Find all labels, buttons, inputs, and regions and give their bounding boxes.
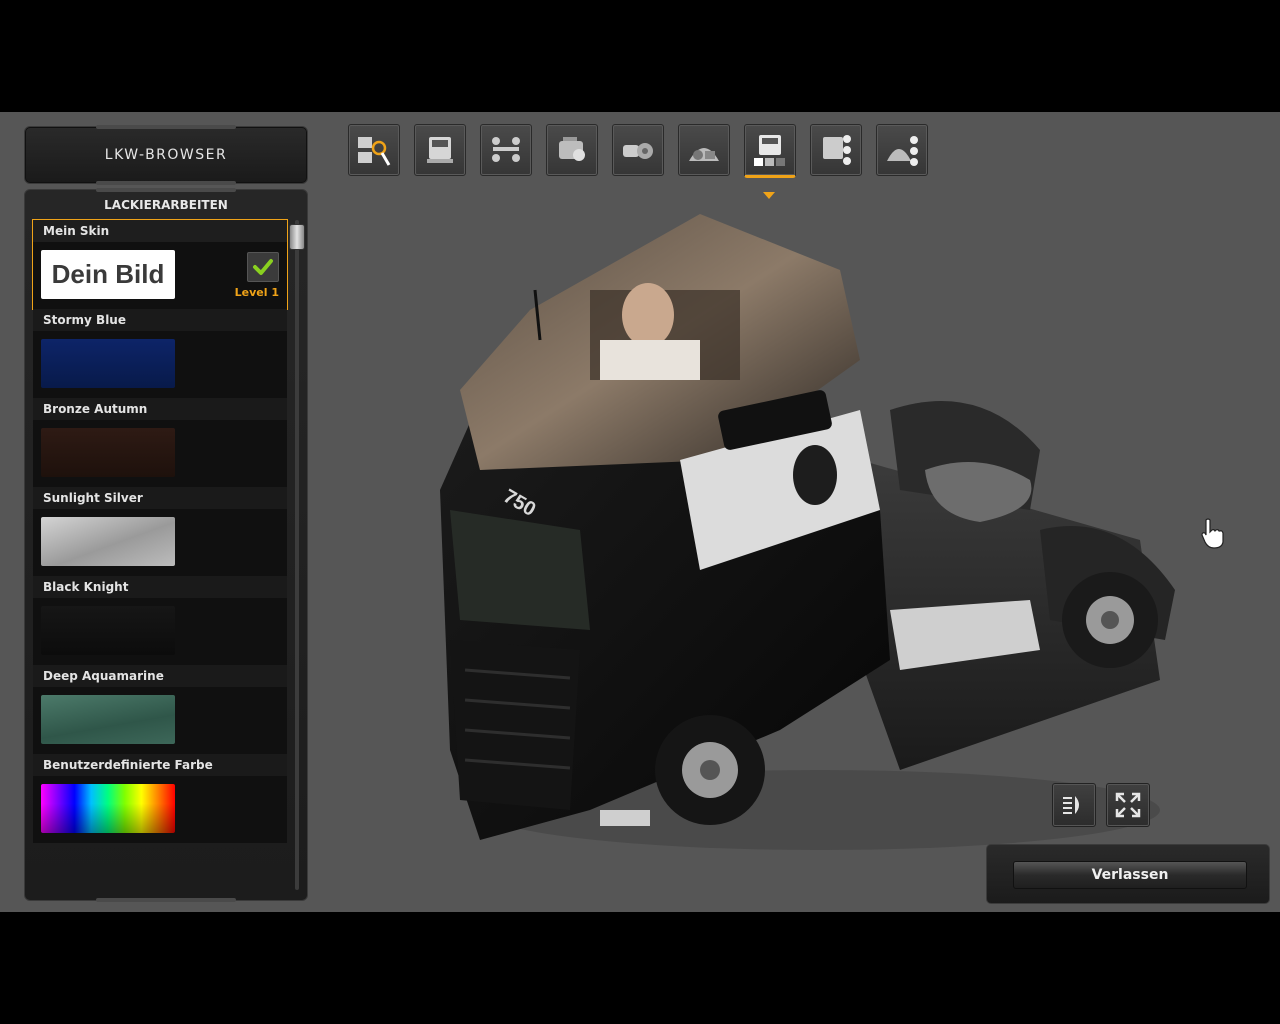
- color-swatch: [41, 517, 175, 566]
- exit-panel: Verlassen: [986, 844, 1270, 904]
- paint-list-scrollbar[interactable]: [295, 220, 299, 890]
- chassis-icon[interactable]: [480, 124, 532, 176]
- paint-jobs-title: LACKIERARBEITEN: [104, 198, 228, 212]
- color-swatch: [41, 606, 175, 655]
- paint-job-icon[interactable]: [744, 124, 796, 178]
- level-requirement: Level 1: [234, 286, 279, 299]
- custom-skin-text: Dein Bild: [51, 259, 165, 289]
- paint-item-body: [33, 598, 287, 665]
- paint-item-body: [33, 420, 287, 487]
- paint-item-label: Mein Skin: [43, 224, 110, 238]
- paint-item-custom-color[interactable]: Benutzerdefinierte Farbe: [33, 754, 287, 843]
- paint-item-header: Sunlight Silver: [33, 487, 287, 510]
- paint-item-deep-aquamarine[interactable]: Deep Aquamarine: [33, 665, 287, 754]
- engine-icon[interactable]: [546, 124, 598, 176]
- paint-item-label: Sunlight Silver: [43, 491, 143, 505]
- paint-item-label: Bronze Autumn: [43, 402, 148, 416]
- active-tab-caret-icon: [763, 192, 775, 199]
- paint-jobs-panel: LACKIERARBEITEN Mein Skin Dein Bild Leve…: [24, 188, 308, 902]
- paint-item-stormy-blue[interactable]: Stormy Blue: [33, 309, 287, 398]
- color-swatch: [41, 695, 175, 744]
- color-swatch: [41, 339, 175, 388]
- paint-list-scroll-thumb[interactable]: [289, 224, 305, 250]
- paint-item-body: [33, 776, 287, 843]
- paint-item-header: Mein Skin: [33, 220, 287, 243]
- color-swatch: [41, 428, 175, 477]
- panel-notch: [96, 898, 236, 902]
- paint-item-header: Deep Aquamarine: [33, 665, 287, 688]
- accessories-icon[interactable]: [810, 124, 862, 176]
- transmission-icon[interactable]: [612, 124, 664, 176]
- headlights-icon[interactable]: [1052, 783, 1096, 827]
- truck-icon[interactable]: [414, 124, 466, 176]
- truck-browser-header: LKW-BROWSER: [24, 125, 308, 185]
- color-spectrum-swatch: [41, 784, 175, 833]
- custom-skin-preview: Dein Bild: [41, 250, 175, 299]
- paint-item-sunlight-silver[interactable]: Sunlight Silver: [33, 487, 287, 576]
- paint-item-body: [33, 687, 287, 754]
- hand-cursor-icon: [1200, 518, 1226, 554]
- interior-accessories-icon[interactable]: [876, 124, 928, 176]
- garage-viewport: LKW-BROWSER LACKIERARBEITEN Mein Skin De…: [0, 112, 1280, 912]
- paint-item-black-knight[interactable]: Black Knight: [33, 576, 287, 665]
- paint-item-label: Black Knight: [43, 580, 129, 594]
- truck-search-icon[interactable]: [348, 124, 400, 176]
- paint-item-label: Stormy Blue: [43, 313, 126, 327]
- panel-notch: [96, 125, 236, 129]
- paint-item-label: Deep Aquamarine: [43, 669, 164, 683]
- paint-item-header: Stormy Blue: [33, 309, 287, 332]
- paint-item-header: Bronze Autumn: [33, 398, 287, 421]
- fullscreen-icon[interactable]: [1106, 783, 1150, 827]
- truck-3d-preview[interactable]: 750: [420, 210, 1190, 870]
- paint-item-mein-skin[interactable]: Mein Skin Dein Bild Level 1: [32, 219, 288, 310]
- spectrum-shade: [41, 784, 175, 833]
- paint-item-body: [33, 331, 287, 398]
- truck-browser-title: LKW-BROWSER: [104, 147, 228, 163]
- cabin-interior-icon[interactable]: [678, 124, 730, 176]
- paint-jobs-list: Mein Skin Dein Bild Level 1 Stormy Blue …: [32, 219, 288, 843]
- panel-notch: [96, 188, 236, 192]
- selected-check-icon: [247, 252, 279, 282]
- paint-item-body: Dein Bild Level 1: [33, 242, 287, 309]
- paint-item-header: Benutzerdefinierte Farbe: [33, 754, 287, 777]
- paint-item-bronze-autumn[interactable]: Bronze Autumn: [33, 398, 287, 487]
- paint-item-header: Black Knight: [33, 576, 287, 599]
- paint-item-body: [33, 509, 287, 576]
- panel-notch: [96, 181, 236, 185]
- exit-button[interactable]: Verlassen: [1013, 861, 1247, 889]
- paint-item-label: Benutzerdefinierte Farbe: [43, 758, 213, 772]
